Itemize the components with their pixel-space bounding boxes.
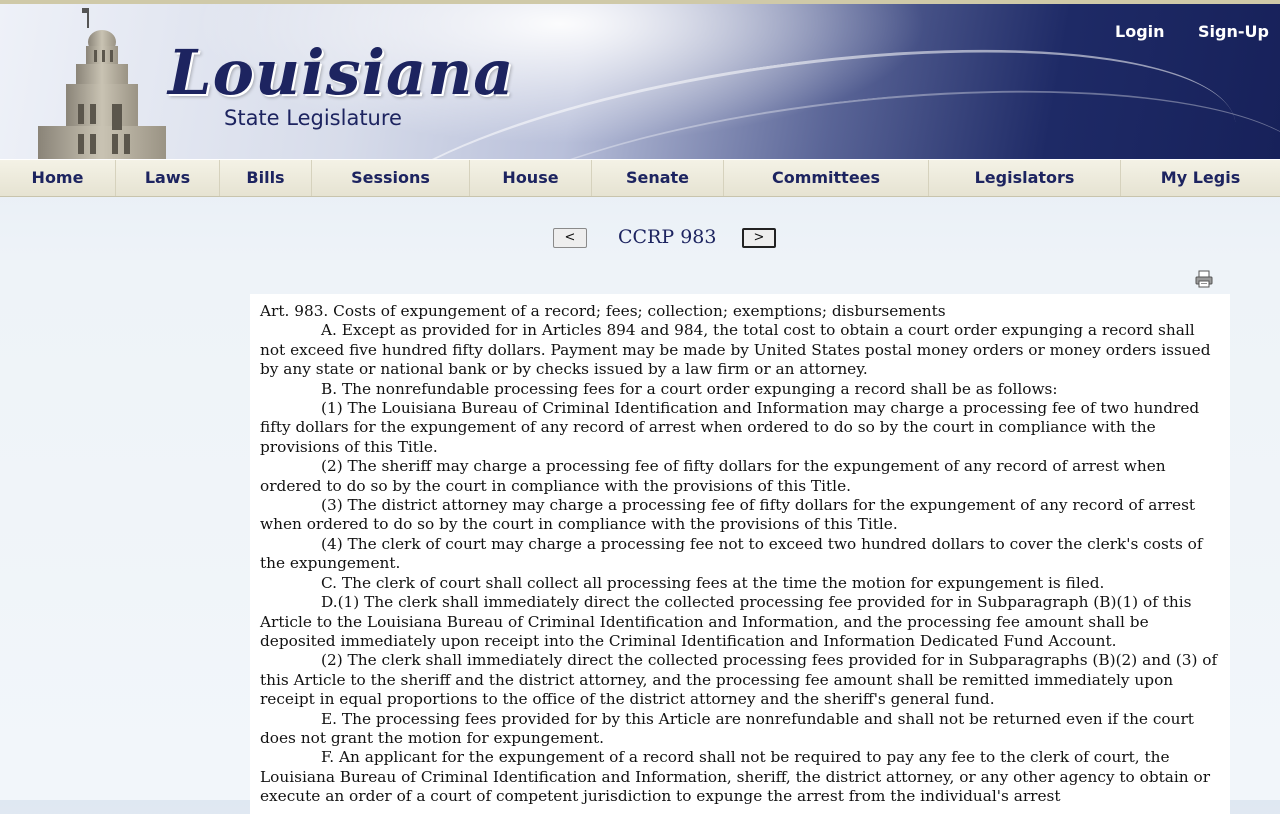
paragraph-b1: (1) The Louisiana Bureau of Criminal Ide… — [260, 399, 1200, 456]
nav-bills[interactable]: Bills — [220, 160, 312, 196]
paragraph-e: E. The processing fees provided for by t… — [260, 709, 1194, 747]
site-banner: Louisiana State Legislature Login Sign-U… — [0, 4, 1280, 159]
paragraph-b4: (4) The clerk of court may charge a proc… — [260, 534, 1203, 573]
nav-sessions[interactable]: Sessions — [312, 160, 470, 196]
article-citation-title: CCRP 983 — [618, 226, 717, 248]
paragraph-f: F. An applicant for the expungement of a… — [260, 748, 1211, 806]
capitol-building-icon — [38, 8, 166, 159]
paragraph-c: C. The clerk of court shall collect all … — [321, 573, 1105, 592]
site-logo-subtitle[interactable]: State Legislature — [224, 106, 402, 130]
nav-laws[interactable]: Laws — [116, 160, 220, 196]
paragraph-b3: (3) The district attorney may charge a p… — [260, 496, 1196, 534]
nav-my-legis[interactable]: My Legis — [1121, 160, 1280, 196]
paragraph-a: A. Except as provided for in Articles 89… — [260, 321, 1211, 379]
login-link[interactable]: Login — [1115, 22, 1165, 41]
paragraph-b2: (2) The sheriff may charge a processing … — [260, 457, 1166, 495]
paragraph-d1: D.(1) The clerk shall immediately direct… — [260, 593, 1192, 650]
article-heading: Art. 983. Costs of expungement of a reco… — [260, 302, 946, 320]
site-logo-title[interactable]: Louisiana — [168, 36, 514, 109]
nav-committees[interactable]: Committees — [724, 160, 929, 196]
signup-link[interactable]: Sign-Up — [1198, 22, 1269, 41]
paragraph-b: B. The nonrefundable processing fees for… — [321, 379, 1058, 398]
next-article-button[interactable]: > — [742, 228, 776, 248]
nav-senate[interactable]: Senate — [592, 160, 724, 196]
law-text-content: Art. 983. Costs of expungement of a reco… — [250, 294, 1230, 814]
paragraph-d2: (2) The clerk shall immediately direct t… — [260, 651, 1218, 709]
nav-house[interactable]: House — [470, 160, 592, 196]
print-icon[interactable] — [1195, 270, 1213, 288]
nav-legislators[interactable]: Legislators — [929, 160, 1121, 196]
nav-home[interactable]: Home — [0, 160, 116, 196]
previous-article-button[interactable]: < — [553, 228, 587, 248]
main-navigation: Home Laws Bills Sessions House Senate Co… — [0, 159, 1280, 197]
